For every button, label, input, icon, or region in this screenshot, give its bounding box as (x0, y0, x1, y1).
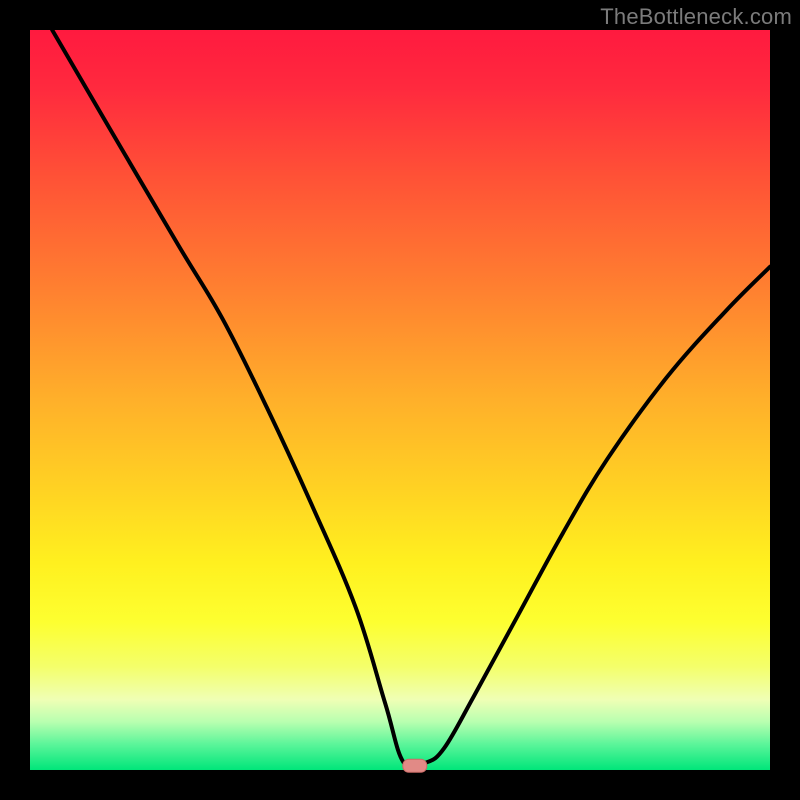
optimal-point-marker (403, 759, 427, 772)
chart-frame: TheBottleneck.com (0, 0, 800, 800)
bottleneck-chart (0, 0, 800, 800)
gradient-background (30, 30, 770, 770)
